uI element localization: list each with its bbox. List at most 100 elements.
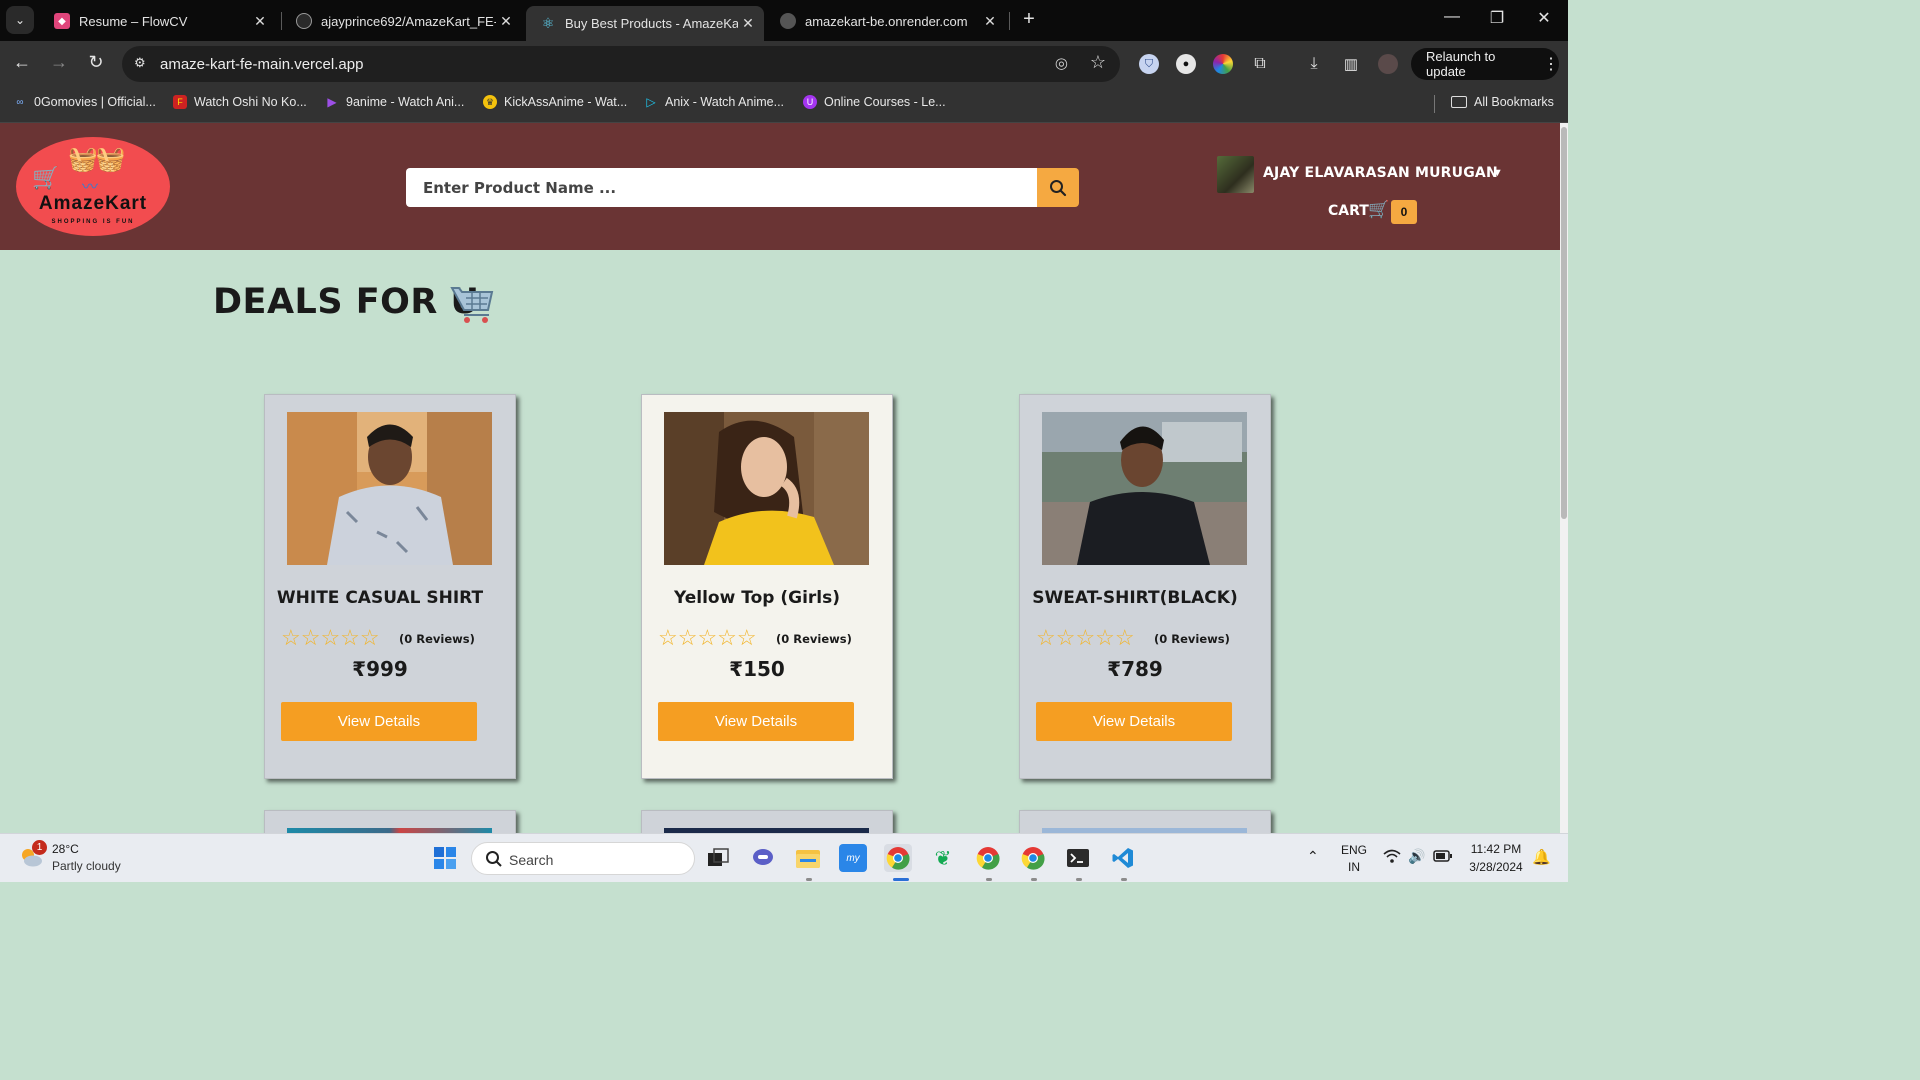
relaunch-to-update-button[interactable]: Relaunch to update ⋮ bbox=[1411, 48, 1559, 80]
scrollbar-thumb[interactable] bbox=[1561, 127, 1567, 519]
bookmark-item[interactable]: ▷ Anix - Watch Anime... bbox=[644, 95, 784, 109]
system-clock[interactable]: 11:42 PM 3/28/2024 bbox=[1464, 842, 1528, 874]
browser-tab[interactable]: ajayprince692/AmazeKart_FE-m ✕ bbox=[282, 6, 522, 36]
bookmark-item[interactable]: ∞ 0Gomovies | Official... bbox=[13, 95, 155, 109]
shield-extension-icon[interactable]: ⛉ bbox=[1139, 54, 1159, 74]
shopping-cart-icon bbox=[450, 287, 494, 323]
minimize-button[interactable]: — bbox=[1437, 8, 1467, 26]
product-card[interactable]: SWEAT-SHIRT(BLACK) ☆☆☆☆☆ (0 Reviews) ₹78… bbox=[1019, 394, 1271, 779]
product-name: WHITE CASUAL SHIRT bbox=[276, 588, 484, 608]
language-indicator[interactable]: ENG IN bbox=[1336, 843, 1372, 874]
file-explorer-icon[interactable] bbox=[794, 844, 822, 872]
color-extension-icon[interactable] bbox=[1213, 54, 1233, 74]
caret-down-icon[interactable]: ▼ bbox=[1492, 167, 1503, 179]
star-rating-icon: ☆☆☆☆☆ bbox=[658, 625, 757, 650]
close-icon[interactable]: ✕ bbox=[250, 13, 270, 30]
battery-icon[interactable] bbox=[1433, 850, 1453, 865]
basket-icon: 🧺🧺 bbox=[68, 146, 126, 173]
close-icon[interactable]: ✕ bbox=[496, 13, 516, 30]
volume-icon[interactable]: 🔊 bbox=[1408, 848, 1425, 865]
product-name: Yellow Top (Girls) bbox=[674, 588, 840, 608]
extension-icon[interactable]: ● bbox=[1176, 54, 1196, 74]
chevron-down-icon: ⌄ bbox=[14, 13, 26, 27]
browser-tab[interactable]: amazekart-be.onrender.com ✕ bbox=[766, 6, 1006, 36]
product-search-input[interactable] bbox=[406, 168, 1038, 207]
teams-chat-icon[interactable] bbox=[749, 844, 777, 872]
restore-button[interactable]: ❐ bbox=[1482, 8, 1512, 28]
browser-tab-active[interactable]: ⚛ Buy Best Products - AmazeKart ✕ bbox=[526, 6, 764, 41]
browser-tab[interactable]: ◆ Resume – FlowCV ✕ bbox=[40, 6, 276, 36]
cart-logo-icon: 🛒 bbox=[32, 165, 60, 190]
search-icon bbox=[486, 851, 502, 867]
user-avatar[interactable] bbox=[1217, 156, 1254, 193]
tab-search-button[interactable]: ⌄ bbox=[6, 6, 34, 34]
view-details-button[interactable]: View Details bbox=[281, 702, 477, 741]
product-image[interactable] bbox=[664, 412, 869, 565]
product-image[interactable] bbox=[1042, 412, 1247, 565]
chrome-icon[interactable] bbox=[884, 844, 912, 872]
windows-start-icon[interactable] bbox=[431, 844, 459, 872]
browser-tab-strip: ⌄ ◆ Resume – FlowCV ✕ ajayprince692/Amaz… bbox=[0, 0, 1568, 41]
url-text[interactable]: amaze-kart-fe-main.vercel.app bbox=[160, 56, 363, 73]
all-bookmarks-button[interactable]: All Bookmarks bbox=[1451, 95, 1554, 109]
site-settings-icon[interactable]: ⚙ bbox=[134, 55, 146, 71]
taskbar-search[interactable]: Search bbox=[471, 842, 695, 875]
shopping-cart-icon[interactable]: 🛒 bbox=[1368, 200, 1389, 220]
product-price: ₹150 bbox=[729, 657, 785, 681]
task-view-icon[interactable] bbox=[704, 844, 732, 872]
product-card[interactable]: Yellow Top (Girls) ☆☆☆☆☆ (0 Reviews) ₹15… bbox=[641, 394, 893, 779]
window-close-button[interactable]: ✕ bbox=[1529, 8, 1559, 28]
product-card[interactable] bbox=[264, 810, 516, 835]
flowcv-icon: ◆ bbox=[54, 13, 70, 29]
weather-alert-badge: 1 bbox=[32, 840, 47, 855]
flag-icon: F bbox=[173, 95, 187, 109]
user-name[interactable]: AJAY ELAVARASAN MURUGAN bbox=[1263, 165, 1498, 181]
bookmark-item[interactable]: ♛ KickAssAnime - Wat... bbox=[483, 95, 627, 109]
product-image[interactable] bbox=[287, 412, 492, 565]
amazekart-logo[interactable]: 🧺🧺 〰 🛒 AmazeKart SHOPPING IS FUN bbox=[16, 137, 170, 236]
view-details-button[interactable]: View Details bbox=[1036, 702, 1232, 741]
more-menu-icon: ⋮ bbox=[1543, 56, 1559, 73]
download-icon[interactable]: ⤓ bbox=[1304, 54, 1324, 74]
search-button[interactable] bbox=[1037, 168, 1079, 207]
weather-temp[interactable]: 28°C bbox=[52, 842, 79, 856]
anix-icon: ▷ bbox=[646, 95, 656, 109]
mongodb-compass-icon[interactable]: ❦ bbox=[929, 844, 957, 872]
back-button[interactable]: ← bbox=[10, 52, 34, 73]
product-card[interactable] bbox=[641, 810, 893, 835]
reload-button[interactable]: ↻ bbox=[84, 52, 108, 73]
page-scrollbar[interactable] bbox=[1560, 123, 1568, 833]
chevron-up-icon[interactable]: ⌃ bbox=[1307, 848, 1319, 865]
terminal-icon[interactable] bbox=[1064, 844, 1092, 872]
address-bar[interactable]: ⚙ amaze-kart-fe-main.vercel.app ◎ ☆ bbox=[122, 46, 1120, 82]
review-count: (0 Reviews) bbox=[1154, 632, 1230, 646]
star-rating-icon: ☆☆☆☆☆ bbox=[1036, 625, 1135, 650]
weather-desc[interactable]: Partly cloudy bbox=[52, 859, 121, 873]
profile-avatar[interactable] bbox=[1378, 54, 1398, 74]
cart-link[interactable]: CART bbox=[1328, 203, 1369, 219]
product-card[interactable] bbox=[1019, 810, 1271, 835]
udemy-icon: U bbox=[803, 95, 817, 109]
close-icon[interactable]: ✕ bbox=[980, 13, 1000, 30]
product-card[interactable]: WHITE CASUAL SHIRT ☆☆☆☆☆ (0 Reviews) ₹99… bbox=[264, 394, 516, 779]
wifi-icon[interactable] bbox=[1383, 849, 1401, 866]
github-icon bbox=[296, 13, 312, 29]
forward-button[interactable]: → bbox=[47, 52, 71, 73]
new-tab-button[interactable]: + bbox=[1017, 8, 1041, 31]
notification-bell-icon[interactable]: 🔔 bbox=[1532, 848, 1551, 866]
mylp-icon[interactable]: my bbox=[839, 844, 867, 872]
chrome-profile-icon[interactable] bbox=[1019, 844, 1047, 872]
bookmark-star-icon[interactable]: ☆ bbox=[1090, 52, 1106, 73]
crown-icon: ♛ bbox=[483, 95, 497, 109]
browser-toolbar: ← → ↻ ⚙ amaze-kart-fe-main.vercel.app ◎ … bbox=[0, 41, 1568, 87]
close-icon[interactable]: ✕ bbox=[738, 15, 758, 32]
bookmark-item[interactable]: F Watch Oshi No Ko... bbox=[173, 95, 307, 109]
eye-off-icon[interactable]: ◎ bbox=[1055, 54, 1068, 72]
side-panel-icon[interactable]: ▥ bbox=[1341, 54, 1361, 74]
bookmark-item[interactable]: U Online Courses - Le... bbox=[803, 95, 946, 109]
chrome-profile-icon[interactable] bbox=[974, 844, 1002, 872]
bookmark-item[interactable]: ▶ 9anime - Watch Ani... bbox=[325, 95, 464, 109]
puzzle-extensions-icon[interactable]: ⧉ bbox=[1250, 54, 1270, 74]
vscode-icon[interactable] bbox=[1109, 844, 1137, 872]
view-details-button[interactable]: View Details bbox=[658, 702, 854, 741]
